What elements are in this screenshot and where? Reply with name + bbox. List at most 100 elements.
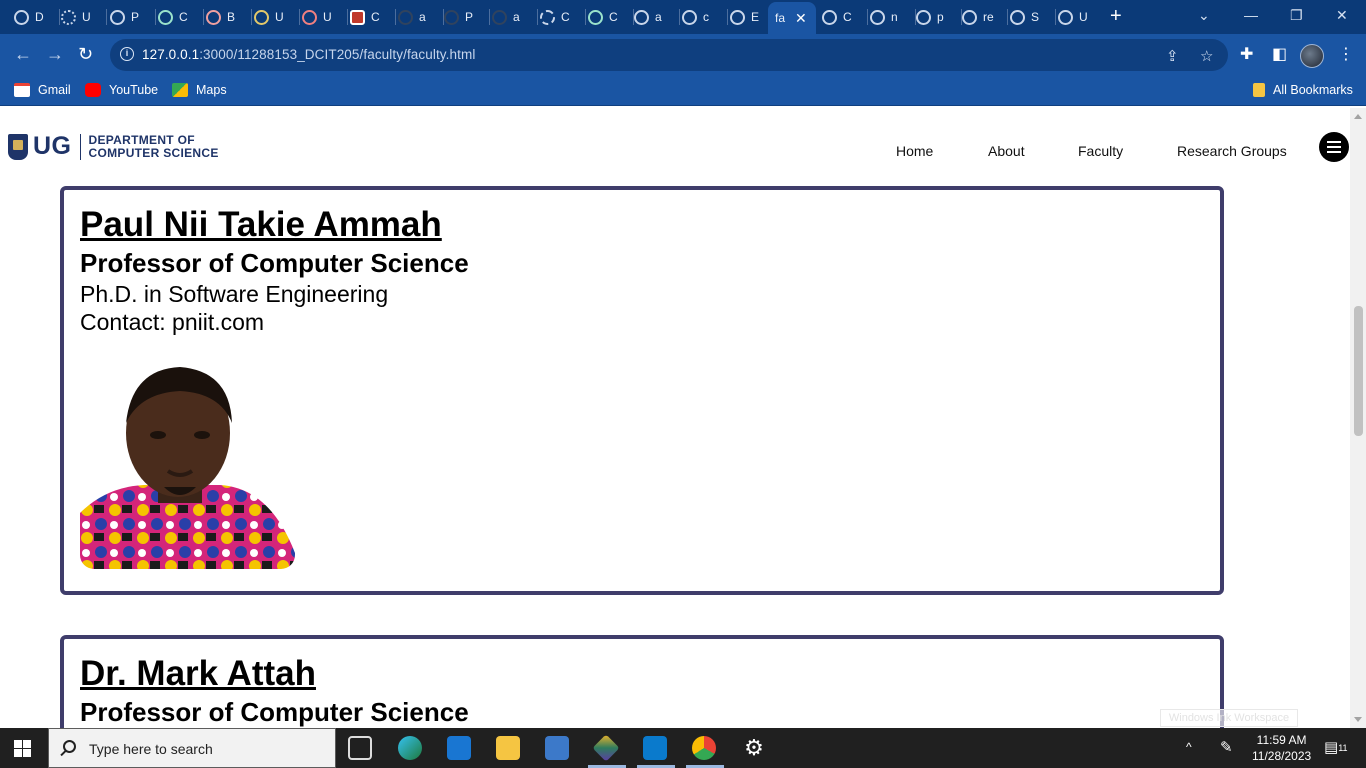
windows-start-icon[interactable] xyxy=(14,740,31,757)
file-explorer-icon[interactable] xyxy=(496,736,520,760)
bookmark-star-icon[interactable]: ☆ xyxy=(1200,47,1213,65)
browser-tab[interactable]: C xyxy=(540,4,586,30)
browser-tab[interactable]: n xyxy=(870,4,916,30)
faculty-role: Professor of Computer Science xyxy=(80,697,469,727)
browser-tab[interactable]: E xyxy=(730,4,766,30)
system-clock[interactable]: 11:59 AM 11/28/2023 xyxy=(1252,732,1311,764)
minimize-button[interactable]: — xyxy=(1244,7,1258,23)
more-menu-icon[interactable]: ⋮ xyxy=(1338,44,1354,64)
folder-icon xyxy=(1253,83,1265,97)
faculty-degree: Ph.D. in Software Engineering xyxy=(80,281,389,307)
share-icon[interactable]: ⇪ xyxy=(1166,47,1179,65)
reload-button[interactable]: ↻ xyxy=(78,44,93,64)
tab-search-icon[interactable]: ⌄ xyxy=(1198,7,1210,24)
globe-icon xyxy=(916,9,931,25)
browser-tab[interactable]: C xyxy=(822,4,868,30)
scroll-up-icon[interactable] xyxy=(1354,114,1362,119)
new-tab-button[interactable]: + xyxy=(1110,6,1122,26)
gear-icon xyxy=(540,9,555,25)
browser-tab[interactable]: B xyxy=(206,4,252,30)
notification-icon[interactable]: ▤11 xyxy=(1324,738,1348,756)
bookmark-gmail[interactable]: Gmail xyxy=(14,83,71,97)
close-window-button[interactable]: ✕ xyxy=(1336,7,1348,24)
taskbar-search[interactable]: Type here to search xyxy=(48,728,336,768)
browser-tab[interactable]: c xyxy=(682,4,728,30)
site-info-icon[interactable]: i xyxy=(120,47,134,61)
forward-button[interactable]: → xyxy=(46,44,64,64)
site-icon xyxy=(302,9,317,25)
nav-faculty[interactable]: Faculty xyxy=(1078,143,1123,159)
chatgpt-icon xyxy=(588,9,603,25)
store-icon[interactable] xyxy=(545,736,569,760)
bookmarks-bar: Gmail YouTube Maps All Bookmarks xyxy=(0,76,1366,106)
browser-tab[interactable]: C xyxy=(588,4,634,30)
mail-icon[interactable] xyxy=(447,736,471,760)
nav-home[interactable]: Home xyxy=(896,143,933,159)
browser-toolbar: ← → ↻ i 127.0.0.1:3000/11288153_DCIT205/… xyxy=(0,34,1366,76)
restore-button[interactable]: ❐ xyxy=(1290,7,1303,24)
dotted-circle-icon xyxy=(61,9,76,25)
nav-about[interactable]: About xyxy=(988,143,1025,159)
hamburger-menu-icon[interactable] xyxy=(1319,132,1349,162)
loading-circle-icon xyxy=(110,9,125,25)
browser-tab-active[interactable]: fa ✕ xyxy=(768,2,816,34)
bookmark-maps[interactable]: Maps xyxy=(172,83,227,97)
browser-tab[interactable]: P xyxy=(110,4,156,30)
site-header: UG DEPARTMENT OF COMPUTER SCIENCE Home A… xyxy=(0,108,1350,188)
git-tool-icon[interactable] xyxy=(592,734,620,762)
chatgpt-icon xyxy=(158,9,173,25)
scroll-down-icon[interactable] xyxy=(1354,717,1362,722)
globe-icon xyxy=(962,9,977,25)
vscode-icon[interactable] xyxy=(643,736,667,760)
browser-tab[interactable]: U xyxy=(302,4,348,30)
browser-tab[interactable]: U xyxy=(61,4,107,30)
nav-research-groups[interactable]: Research Groups xyxy=(1177,143,1287,159)
faculty-name: Dr. Mark Attah xyxy=(80,654,316,693)
edge-icon[interactable] xyxy=(398,736,422,760)
bookmark-youtube[interactable]: YouTube xyxy=(85,83,158,97)
pen-icon[interactable]: ✎ xyxy=(1220,738,1233,756)
logo-text: UG xyxy=(33,132,72,160)
youtube-icon xyxy=(85,83,101,97)
crest-icon xyxy=(8,133,28,160)
faculty-photo xyxy=(80,363,295,569)
tray-chevron-icon[interactable]: ^ xyxy=(1186,740,1192,754)
github-icon xyxy=(444,9,459,25)
browser-tab[interactable]: U xyxy=(254,4,300,30)
globe-icon xyxy=(730,9,745,25)
globe-icon xyxy=(682,9,697,25)
site-logo[interactable]: UG DEPARTMENT OF COMPUTER SCIENCE xyxy=(8,132,219,161)
browser-tab[interactable]: a xyxy=(634,4,680,30)
browser-tab[interactable]: a xyxy=(398,4,444,30)
back-button[interactable]: ← xyxy=(14,44,32,64)
windows-watermark: Windows Ink Workspace xyxy=(1160,709,1298,727)
browser-tab[interactable]: C xyxy=(158,4,204,30)
globe-icon xyxy=(634,9,649,25)
profile-avatar[interactable] xyxy=(1300,44,1324,68)
browser-tab[interactable]: re xyxy=(962,4,1008,30)
browser-tab[interactable]: C xyxy=(350,4,396,30)
browser-tab[interactable]: p xyxy=(916,4,962,30)
scrollbar-thumb[interactable] xyxy=(1354,306,1363,436)
browser-tab[interactable]: a xyxy=(492,4,538,30)
address-bar[interactable]: i 127.0.0.1:3000/11288153_DCIT205/facult… xyxy=(110,39,1228,71)
chrome-icon xyxy=(14,9,29,25)
chrome-icon[interactable] xyxy=(692,736,716,760)
task-view-icon[interactable] xyxy=(348,736,372,760)
page-scrollbar[interactable] xyxy=(1350,108,1366,728)
search-icon xyxy=(63,740,76,753)
extensions-icon[interactable]: ✚ xyxy=(1240,44,1253,64)
settings-gear-icon[interactable]: ⚙ xyxy=(742,736,766,760)
browser-tab[interactable]: P xyxy=(444,4,490,30)
faculty-card: Dr. Mark Attah Professor of Computer Sci… xyxy=(60,635,1224,728)
globe-icon xyxy=(1010,9,1025,25)
side-panel-icon[interactable]: ◧ xyxy=(1272,44,1287,64)
browser-tab[interactable]: D xyxy=(14,4,60,30)
close-tab-icon[interactable]: ✕ xyxy=(795,10,807,27)
browser-tab[interactable]: S xyxy=(1010,4,1056,30)
globe-icon xyxy=(870,9,885,25)
site-icon xyxy=(254,9,269,25)
faculty-role: Professor of Computer Science xyxy=(80,248,469,278)
browser-tab[interactable]: U xyxy=(1058,4,1102,30)
all-bookmarks-button[interactable]: All Bookmarks xyxy=(1253,83,1353,97)
